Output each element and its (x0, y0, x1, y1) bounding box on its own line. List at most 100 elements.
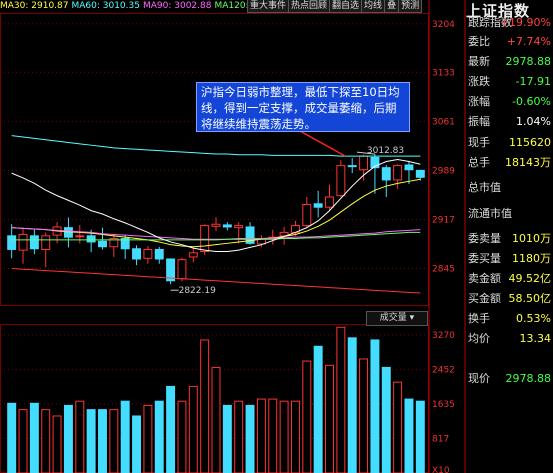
quote-value: 58.50亿 (508, 292, 552, 305)
quote-value: 1180万 (512, 252, 551, 265)
volume-bar (234, 400, 244, 473)
volume-bar (154, 400, 164, 473)
candle-down (415, 169, 425, 178)
volume-bar (325, 364, 334, 473)
price-tick-label: 3133 (432, 68, 455, 78)
volume-indicator-label: 成交量 (379, 313, 407, 323)
quote-label: 委比 (468, 35, 490, 48)
volume-bar (63, 404, 73, 473)
annotation-note: 沪指今日弱市整理，最低下探至10日均线，得到一定支撑，成交量萎缩，后期将继续维持… (196, 82, 410, 132)
volume-bar (279, 400, 289, 473)
volume-bar (52, 415, 62, 473)
ma-line-ma250 (11, 268, 421, 294)
quote-value: 13.34 (519, 332, 552, 345)
quote-value: 2978.88 (505, 372, 552, 385)
ma-line-ma60 (11, 135, 421, 157)
quote-value: -0.60% (512, 95, 551, 108)
quote-row: 流通市值 (466, 204, 553, 224)
volume-bar (75, 400, 85, 473)
volume-tick-label: X10 (432, 466, 450, 473)
quote-label: 涨跌 (468, 75, 490, 88)
volume-bar (245, 404, 255, 473)
quote-label: 委买量 (468, 252, 501, 265)
candle-up (393, 165, 403, 181)
quote-row: 总市值 (466, 178, 553, 198)
quote-label: 均价 (468, 332, 490, 345)
ma-line-ma30 (11, 178, 421, 248)
quote-value: 115620 (509, 136, 551, 149)
price-tick-label: 2845 (432, 265, 455, 275)
price-volume-chart[interactable]: 3204 3133 3061 2989 2917 2845 3270 2452 1635 817 X… (0, 0, 466, 473)
volume-bar (222, 404, 232, 473)
volume-bar (166, 385, 176, 473)
quote-value: 18143万 (505, 156, 551, 169)
candle-down (7, 235, 17, 250)
candle-down (63, 227, 73, 238)
volume-bar (336, 326, 346, 473)
quote-row: 涨幅 -0.60% (466, 92, 553, 112)
volume-bar (29, 402, 39, 473)
volume-bar (41, 409, 51, 473)
quote-value: 49.52亿 (508, 272, 552, 285)
candle-up (200, 225, 210, 252)
candle-down (86, 235, 96, 243)
volume-bar (393, 381, 403, 473)
quote-label: 最新 (468, 55, 490, 68)
volume-bar (109, 409, 119, 473)
quote-value: +7.74% (506, 35, 551, 48)
quote-value: +19.90% (499, 16, 551, 29)
volume-bar (86, 409, 96, 473)
volume-tick-label: 817 (432, 434, 449, 444)
tab-forecast[interactable]: 预测 (398, 0, 423, 13)
quote-row: 现手 115620 (466, 133, 553, 153)
candle-down (98, 240, 107, 248)
price-tick-label: 2989 (432, 166, 455, 176)
ma-legend-item: MA30: 2910.87 (0, 1, 69, 11)
volume-bar (211, 366, 221, 473)
volume-indicator-button[interactable]: 成交量 ▾ (366, 311, 428, 326)
volume-bar (370, 339, 380, 473)
tab-add-favorite[interactable]: 翻自选 (329, 0, 363, 13)
quote-value: 2978.88 (505, 55, 552, 68)
volume-bar (132, 415, 142, 473)
candle-up (75, 235, 85, 238)
volume-bar (415, 400, 425, 473)
quote-row: 涨跌 -17.91 (466, 72, 553, 92)
candle-down (132, 248, 142, 260)
quote-row: 委卖量 1010万 (466, 229, 553, 249)
quote-value: -17.91 (515, 75, 551, 88)
candle-down (222, 224, 232, 228)
ma-legend-item: MA60: 3010.35 (71, 1, 140, 11)
tab-moving-average[interactable]: 均线 (361, 0, 386, 13)
quote-label: 换手 (468, 312, 490, 325)
volume-bar (404, 398, 414, 473)
volume-bar (359, 358, 369, 473)
volume-bar (290, 400, 300, 473)
candle-up (188, 252, 198, 258)
candle-up (302, 203, 312, 227)
tab-hot-review[interactable]: 热点回顾 (288, 0, 331, 13)
quote-label: 现手 (468, 136, 490, 149)
quote-value: 1010万 (512, 232, 551, 245)
volume-bar (313, 345, 323, 473)
candle-up (234, 225, 244, 229)
volume-tick-label: 3270 (432, 331, 455, 341)
high-price-label: 3012.83 (367, 146, 404, 156)
quote-row: 总手 18143万 (466, 153, 553, 173)
quote-row: 现价 2978.88 (466, 369, 553, 389)
candle-down (381, 167, 391, 181)
candle-up (177, 259, 187, 280)
candle-down (29, 235, 39, 250)
candle-up (41, 235, 51, 250)
quote-label: 委卖量 (468, 232, 501, 245)
ma-line-ma5 (11, 158, 421, 252)
quote-value: 1.04% (516, 115, 551, 128)
volume-bar (18, 409, 28, 473)
candle-up (18, 233, 28, 251)
quote-row: 跟踪指数 +19.90% (466, 13, 553, 33)
volume-tick-label: 1635 (432, 400, 455, 410)
price-tick-label: 3061 (432, 117, 455, 127)
tab-overlay[interactable]: 叠 (384, 0, 400, 13)
tab-major-events[interactable]: 重大事件 (247, 0, 290, 13)
volume-bar (256, 398, 266, 473)
